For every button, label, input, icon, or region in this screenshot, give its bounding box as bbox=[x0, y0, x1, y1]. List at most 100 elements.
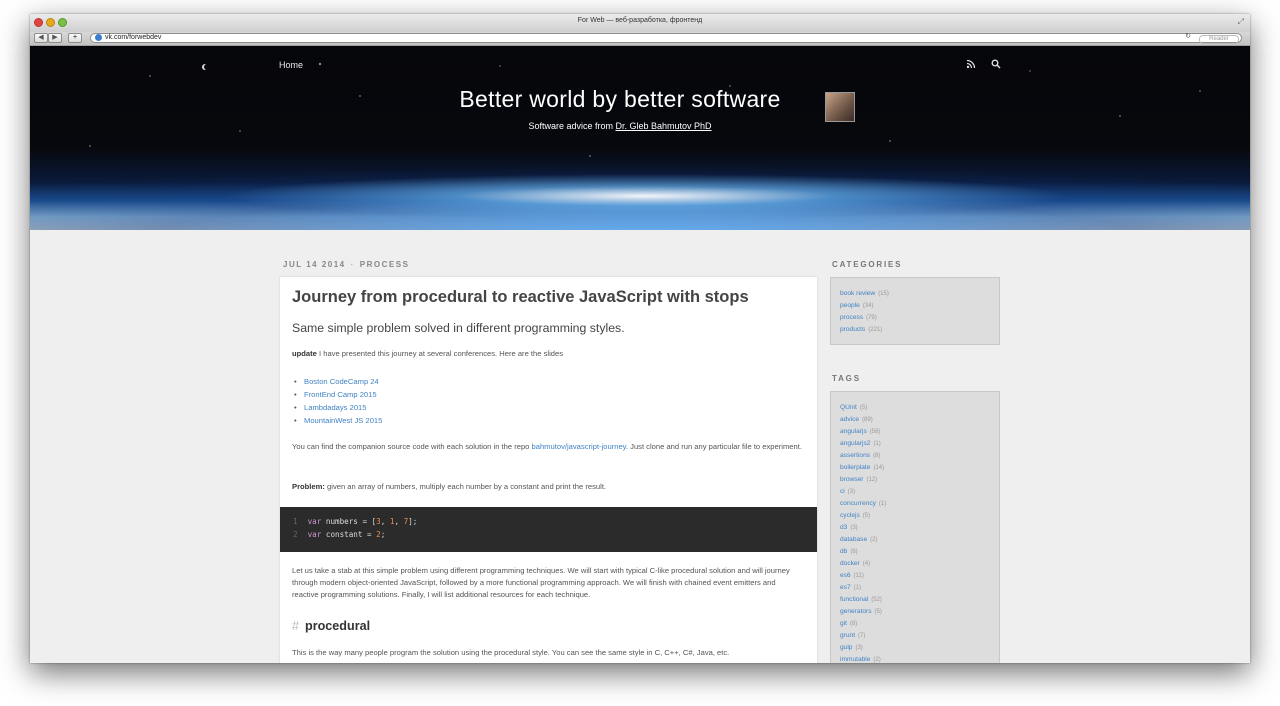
post-date: JUL 14 2014 bbox=[283, 260, 346, 269]
tag-count: (2) bbox=[873, 657, 881, 663]
moon-decoration bbox=[204, 64, 210, 70]
tag-count: (58) bbox=[869, 429, 881, 435]
slides-list: Boston CodeCamp 24 FrontEnd Camp 2015 La… bbox=[294, 375, 382, 427]
category-link[interactable]: products bbox=[840, 326, 865, 333]
tag-item: grunt (7) bbox=[840, 630, 886, 642]
nav-home-link[interactable]: Home bbox=[279, 60, 303, 70]
tag-item: functional (52) bbox=[840, 594, 886, 606]
tag-item: advice (89) bbox=[840, 414, 886, 426]
tag-count: (89) bbox=[862, 417, 873, 423]
site-title: Better world by better software bbox=[459, 86, 781, 112]
post-category-link[interactable]: PROCESS bbox=[360, 260, 410, 269]
forward-button[interactable]: ▶ bbox=[48, 33, 62, 43]
slide-link[interactable]: FrontEnd Camp 2015 bbox=[304, 390, 377, 399]
post-subtitle: Same simple problem solved in different … bbox=[292, 321, 625, 335]
fullscreen-icon[interactable]: ⤢ bbox=[1238, 17, 1244, 27]
category-link[interactable]: process bbox=[840, 314, 863, 321]
tag-item: generators (5) bbox=[840, 606, 886, 618]
tag-link[interactable]: d3 bbox=[840, 524, 847, 531]
procedural-paragraph: This is the way many people program the … bbox=[292, 648, 730, 657]
slide-link[interactable]: Lambdadays 2015 bbox=[304, 403, 367, 412]
tag-item: immutable (2) bbox=[840, 654, 886, 663]
tag-link[interactable]: boilerplate bbox=[840, 464, 870, 471]
tag-link[interactable]: angularjs2 bbox=[840, 440, 870, 447]
tag-link[interactable]: ci bbox=[840, 488, 845, 495]
tag-item: es6 (11) bbox=[840, 570, 886, 582]
category-count: (221) bbox=[868, 327, 883, 333]
rss-icon[interactable] bbox=[966, 59, 976, 69]
categories-box: book review (15) people (34) process (79) prod… bbox=[830, 277, 1000, 345]
site-subtitle: Software advice from Dr. Gleb Bahmutov P… bbox=[528, 121, 712, 131]
tag-item: ci (3) bbox=[840, 486, 886, 498]
category-link[interactable]: book review bbox=[840, 290, 875, 297]
browser-window: For Web — веб-разработка, фронтенд ⤢ ◀ ▶… bbox=[30, 14, 1250, 663]
search-icon[interactable] bbox=[991, 59, 1001, 69]
reader-button[interactable]: Reader bbox=[1199, 35, 1239, 44]
tag-count: (2) bbox=[870, 537, 878, 543]
category-item: products (221) bbox=[840, 324, 889, 336]
globe-icon bbox=[95, 34, 102, 41]
tag-item: browser (12) bbox=[840, 474, 886, 486]
tag-item: angularjs2 (1) bbox=[840, 438, 886, 450]
slide-link[interactable]: Boston CodeCamp 24 bbox=[304, 377, 379, 386]
tag-count: (1) bbox=[878, 501, 887, 507]
tag-link[interactable]: gulp bbox=[840, 644, 852, 651]
tag-link[interactable]: concurrency bbox=[840, 500, 876, 507]
tag-link[interactable]: assertions bbox=[840, 452, 870, 459]
code-line: 1 var numbers = [3, 1, 7]; bbox=[293, 517, 418, 526]
starfield-background bbox=[30, 46, 1250, 186]
tag-link[interactable]: db bbox=[840, 548, 847, 555]
article: Journey from procedural to reactive Java… bbox=[280, 277, 817, 663]
tag-link[interactable]: immutable bbox=[840, 656, 870, 663]
tag-link[interactable]: QUnit bbox=[840, 404, 857, 411]
section-heading-procedural: # procedural bbox=[292, 619, 371, 633]
author-avatar[interactable] bbox=[825, 92, 855, 122]
title-bar: For Web — веб-разработка, фронтенд ⤢ bbox=[30, 14, 1250, 33]
add-bookmark-button[interactable]: + bbox=[68, 33, 82, 43]
slide-link[interactable]: MountainWest JS 2015 bbox=[304, 416, 382, 425]
tag-count: (5) bbox=[859, 405, 868, 411]
back-button[interactable]: ◀ bbox=[34, 33, 48, 43]
category-link[interactable]: people bbox=[840, 302, 860, 309]
tag-link[interactable]: angularjs bbox=[840, 428, 867, 435]
tag-link[interactable]: functional bbox=[840, 596, 868, 603]
tag-count: (14) bbox=[873, 465, 885, 471]
tag-link[interactable]: browser bbox=[840, 476, 863, 483]
tag-link[interactable]: database bbox=[840, 536, 867, 543]
tag-link[interactable]: es6 bbox=[840, 572, 851, 579]
tag-item: assertions (8) bbox=[840, 450, 886, 462]
tag-count: (5) bbox=[874, 609, 882, 615]
category-count: (15) bbox=[878, 291, 889, 297]
tag-item: db (6) bbox=[840, 546, 886, 558]
tag-item: git (8) bbox=[840, 618, 886, 630]
tag-link[interactable]: git bbox=[840, 620, 847, 627]
tag-link[interactable]: grunt bbox=[840, 632, 855, 639]
category-item: process (79) bbox=[840, 312, 889, 324]
intro-paragraph: Let us take a stab at this simple proble… bbox=[292, 566, 790, 599]
address-bar[interactable]: vk.com/forwebdev ↻ Reader bbox=[90, 33, 1242, 44]
category-item: people (34) bbox=[840, 300, 889, 312]
tag-count: (52) bbox=[871, 597, 882, 603]
tag-link[interactable]: cyclejs bbox=[840, 512, 860, 519]
tag-count: (3) bbox=[847, 489, 856, 495]
tag-count: (1) bbox=[853, 585, 861, 591]
tag-link[interactable]: advice bbox=[840, 416, 859, 423]
url-text: vk.com/forwebdev bbox=[105, 34, 162, 41]
category-count: (79) bbox=[866, 315, 877, 321]
tag-item: docker (4) bbox=[840, 558, 886, 570]
tag-link[interactable]: es7 bbox=[840, 584, 851, 591]
code-line: 2 var constant = 2; bbox=[293, 530, 386, 539]
repo-link[interactable]: bahmutov/javascript-journey bbox=[532, 442, 626, 451]
tag-link[interactable]: docker bbox=[840, 560, 860, 567]
window-title: For Web — веб-разработка, фронтенд bbox=[577, 17, 703, 24]
site-header: Home Better world by better software Sof… bbox=[30, 46, 1250, 230]
categories-list: book review (15) people (34) process (79) prod… bbox=[840, 288, 889, 336]
anchor-hash[interactable]: # bbox=[292, 619, 299, 633]
companion-paragraph: You can find the companion source code w… bbox=[292, 442, 802, 451]
tag-item: angularjs (58) bbox=[840, 426, 886, 438]
tag-item: d3 (3) bbox=[840, 522, 886, 534]
reload-icon[interactable]: ↻ bbox=[1185, 33, 1191, 41]
update-paragraph: update I have presented this journey at … bbox=[292, 349, 563, 358]
tag-link[interactable]: generators bbox=[840, 608, 872, 615]
author-link[interactable]: Dr. Gleb Bahmutov PhD bbox=[616, 121, 712, 131]
